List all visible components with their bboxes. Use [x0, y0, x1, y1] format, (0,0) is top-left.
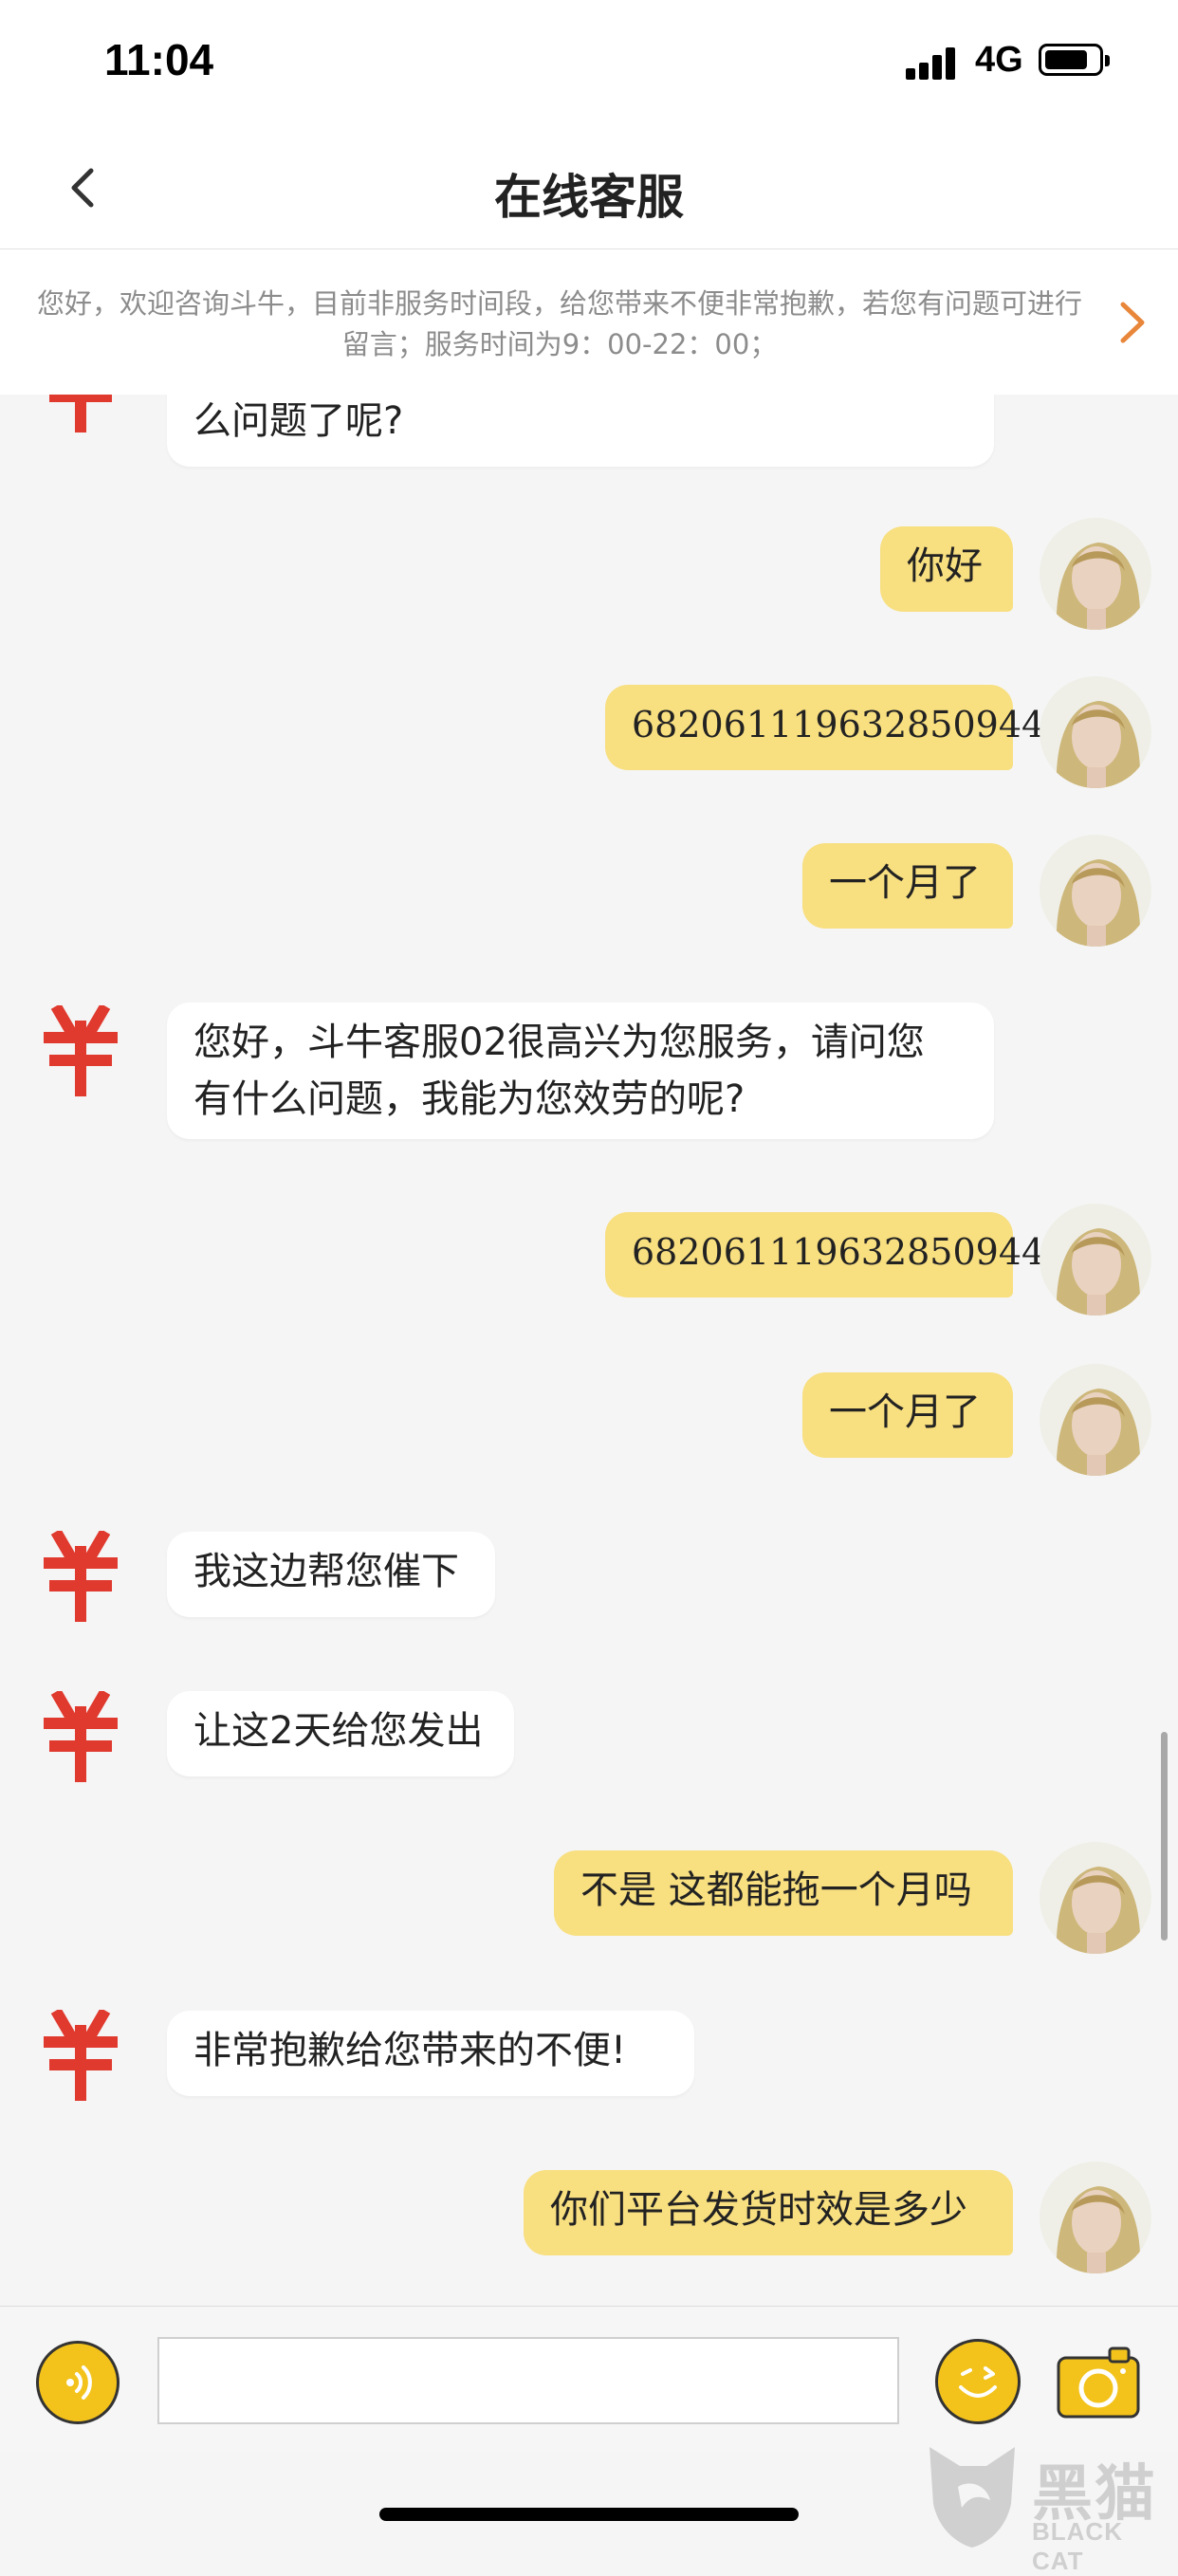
message-bubble: 您好，斗牛客服02很高兴为您服务，请问您 有什么问题，我能为您效劳的呢?: [167, 1003, 994, 1139]
user-photo-icon: [1040, 2162, 1151, 2273]
user-avatar[interactable]: [1040, 1204, 1151, 1316]
watermark: 黑猫 BLACK CAT: [920, 2438, 1178, 2575]
user-avatar[interactable]: [1040, 1842, 1151, 1954]
message-bubble: 682061119632850944: [605, 1212, 1044, 1297]
user-photo-icon: [1040, 835, 1151, 947]
agent-avatar-icon: [44, 1005, 118, 1096]
user-photo-icon: [1040, 1204, 1151, 1316]
message-bubble: 你们平台发货时效是多少: [524, 2170, 1013, 2255]
message-bubble: 682061119632850944: [605, 685, 1044, 770]
status-time: 11:04: [104, 35, 214, 84]
notice-more-button[interactable]: [1114, 299, 1151, 346]
user-photo-icon: [1040, 1842, 1151, 1954]
agent-avatar-icon: [44, 1691, 118, 1782]
message-bubble: 我这边帮您催下: [167, 1532, 495, 1617]
message-bubble: 一个月了: [802, 843, 1013, 929]
home-indicator[interactable]: [379, 2508, 799, 2521]
notice-text: 您好，欢迎咨询斗牛，目前非服务时间段，给您带来不便非常抱歉，若您有问题可进行留言…: [36, 287, 1082, 360]
emoji-icon: [959, 2366, 997, 2398]
user-avatar[interactable]: [1040, 676, 1151, 788]
camera-icon: [1057, 2346, 1140, 2419]
user-photo-icon: [1040, 676, 1151, 788]
signal-icon: [906, 46, 963, 80]
user-photo-icon: [1040, 1364, 1151, 1476]
agent-avatar-icon: [44, 1531, 118, 1622]
voice-button[interactable]: [36, 2341, 120, 2424]
chevron-right-icon: [1120, 302, 1145, 343]
message-bubble: 你好: [880, 526, 1013, 612]
network-type: 4G: [975, 40, 1023, 80]
voice-icon: [66, 2365, 92, 2400]
input-bar: [0, 2306, 1178, 2452]
message-bubble: 不是 这都能拖一个月吗: [554, 1850, 1013, 1936]
message-bubble: 让这2天给您发出: [167, 1691, 514, 1776]
user-avatar[interactable]: [1040, 835, 1151, 947]
service-notice[interactable]: 您好，欢迎咨询斗牛，目前非服务时间段，给您带来不便非常抱歉，若您有问题可进行留言…: [0, 249, 1178, 395]
message-line: 有什么问题，我能为您效劳的呢?: [193, 1077, 745, 1121]
page-title: 在线客服: [494, 170, 684, 225]
message-bubble: 么问题了呢?: [167, 395, 994, 467]
message-bubble: 非常抱歉给您带来的不便!: [167, 2011, 694, 2096]
message-input[interactable]: [157, 2337, 899, 2424]
agent-avatar-icon: [44, 2010, 118, 2101]
black-cat-logo-icon: [930, 2447, 1015, 2548]
message-bubble: 一个月了: [802, 1372, 1013, 1458]
battery-icon: [1039, 44, 1110, 76]
user-avatar[interactable]: [1040, 1364, 1151, 1476]
emoji-button[interactable]: [935, 2339, 1021, 2424]
user-avatar[interactable]: [1040, 2162, 1151, 2273]
scrollbar[interactable]: [1161, 1732, 1168, 1941]
agent-avatar-icon: [49, 395, 112, 432]
message-line: 您好，斗牛客服02很高兴为您服务，请问您: [193, 1021, 925, 1064]
chat-area[interactable]: 么问题了呢? 你好 682061119632850944 一个月了 您好，斗牛客…: [0, 395, 1178, 2306]
watermark-subtext: BLACK CAT: [1032, 2517, 1123, 2575]
nav-bar: 在线客服: [0, 123, 1178, 249]
user-photo-icon: [1040, 518, 1151, 630]
user-avatar[interactable]: [1040, 518, 1151, 630]
status-bar: 11:04 4G: [0, 0, 1178, 123]
camera-button[interactable]: [1055, 2345, 1142, 2420]
